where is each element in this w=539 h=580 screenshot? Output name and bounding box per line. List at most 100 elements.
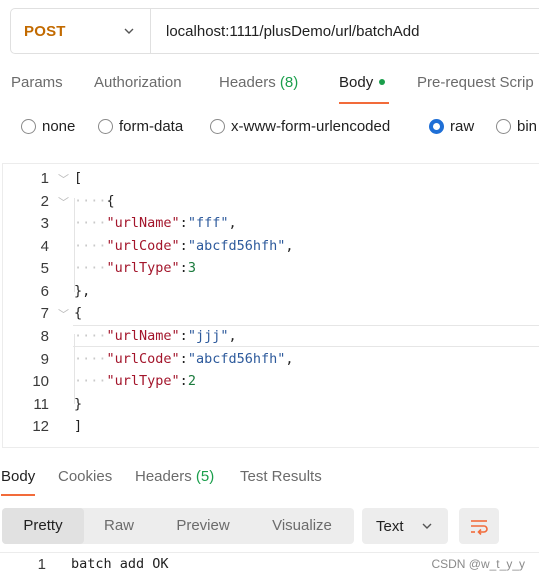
tab-headers-count: (8) — [279, 74, 299, 91]
line-number: 9 — [40, 351, 49, 368]
open-brace: { — [106, 193, 115, 209]
close-brace-comma: }, — [74, 283, 91, 299]
code-text: ] — [74, 418, 82, 434]
fold-arrow-icon[interactable]: ﹀ — [58, 306, 69, 322]
body-indicator-dot — [379, 79, 386, 85]
code-text: [ — [74, 170, 82, 186]
fold-arrow-icon[interactable]: ﹀ — [58, 194, 69, 210]
view-pretty-button[interactable]: Pretty — [2, 508, 84, 544]
fold-arrow-icon[interactable]: ﹀ — [58, 171, 69, 187]
radio-binary[interactable]: bin — [496, 118, 537, 135]
line-number: 1 — [37, 556, 46, 573]
code-text: }, — [74, 283, 90, 299]
line-number: 11 — [33, 396, 49, 413]
radio-raw-label: raw — [450, 118, 475, 135]
url-input[interactable]: localhost:1111/plusDemo/url/batchAdd — [151, 23, 419, 40]
radio-urlencoded-label: x-www-form-urlencoded — [231, 118, 391, 135]
line-number: 6 — [40, 283, 49, 300]
code-line: 7 ﹀ { — [3, 302, 539, 324]
open-bracket: [ — [74, 170, 83, 186]
tab-headers[interactable]: Headers (8) — [219, 74, 298, 91]
line-number: 3 — [40, 215, 49, 232]
radio-circle — [496, 119, 511, 134]
line-number: 4 — [40, 238, 49, 255]
tab-authorization[interactable]: Authorization — [94, 74, 182, 91]
radio-circle-selected — [429, 119, 444, 134]
view-raw-button[interactable]: Raw — [86, 508, 152, 544]
close-bracket: ] — [74, 418, 83, 434]
line-number: 5 — [40, 260, 49, 277]
response-view-toggle: Pretty Raw Preview Visualize — [2, 508, 354, 544]
code-line: 2 ﹀ ····{ — [3, 190, 539, 212]
tab-prerequest-script[interactable]: Pre-request Scrip — [417, 74, 534, 91]
code-line: 8 ····"urlName":"jjj", — [3, 325, 539, 347]
code-text: { — [74, 305, 82, 321]
line-number: 8 — [40, 328, 49, 345]
response-tab-body[interactable]: Body — [1, 468, 36, 496]
view-visualize-button[interactable]: Visualize — [258, 508, 346, 544]
code-line: 1 ﹀ [ — [3, 167, 539, 189]
wrap-lines-icon — [471, 520, 488, 535]
tab-headers-label: Headers — [219, 74, 276, 91]
response-body-text: batch add OK — [71, 556, 169, 572]
watermark: CSDN @w_t_y_y — [431, 557, 525, 571]
tab-body-label: Body — [339, 74, 374, 91]
value-urlcode-1: abcfd56hfh — [195, 238, 278, 254]
code-line: 12 ] — [3, 415, 539, 437]
request-body-editor[interactable]: 1 ﹀ [ 2 ﹀ ····{ 3 ····"urlName":"fff", 4… — [2, 163, 539, 448]
radio-circle — [210, 119, 225, 134]
line-number: 12 — [32, 418, 49, 435]
code-text: ····"urlCode":"abcfd56hfh", — [74, 238, 294, 254]
code-line: 4 ····"urlCode":"abcfd56hfh", — [3, 235, 539, 257]
line-number: 10 — [32, 373, 49, 390]
response-format-select[interactable]: Text — [362, 508, 448, 544]
radio-raw[interactable]: raw — [429, 118, 474, 135]
response-tabs: Body Cookies Headers (5) Test Results — [0, 466, 539, 500]
value-urlname-1: fff — [195, 215, 221, 231]
wrap-lines-button[interactable] — [459, 508, 499, 544]
code-text: ····"urlType":2 — [74, 373, 196, 389]
method-select[interactable]: POST — [11, 9, 151, 53]
chevron-down-icon — [124, 28, 134, 34]
radio-form-data[interactable]: form-data — [98, 118, 183, 135]
chevron-down-icon — [422, 523, 432, 529]
code-text: ····"urlCode":"abcfd56hfh", — [74, 351, 294, 367]
code-text: ····{ — [74, 193, 115, 209]
radio-circle — [98, 119, 113, 134]
value-urlcode-2: abcfd56hfh — [195, 351, 278, 367]
method-label: POST — [24, 22, 66, 40]
radio-circle — [21, 119, 36, 134]
code-line: 6 }, — [3, 280, 539, 302]
line-number: 1 — [40, 170, 49, 187]
response-tab-test-results[interactable]: Test Results — [240, 468, 322, 485]
body-type-radios: none form-data x-www-form-urlencoded raw… — [0, 118, 539, 142]
value-urlname-2: jjj — [195, 328, 221, 344]
response-tab-headers-label: Headers — [135, 468, 192, 485]
radio-binary-label: bin — [517, 118, 538, 135]
open-brace: { — [74, 305, 83, 321]
response-tab-cookies[interactable]: Cookies — [58, 468, 112, 485]
radio-none[interactable]: none — [21, 118, 75, 135]
radio-form-data-label: form-data — [119, 118, 184, 135]
code-line: 11 } — [3, 393, 539, 415]
code-text: ····"urlName":"fff", — [74, 215, 237, 231]
code-text: ····"urlType":3 — [74, 260, 196, 276]
code-line: 5 ····"urlType":3 — [3, 257, 539, 279]
code-line: 10 ····"urlType":2 — [3, 370, 539, 392]
radio-none-label: none — [42, 118, 76, 135]
value-urltype-2: 2 — [187, 373, 196, 389]
code-text: ····"urlName":"jjj", — [74, 328, 237, 344]
tab-body[interactable]: Body — [339, 74, 390, 104]
response-tab-headers[interactable]: Headers (5) — [135, 468, 214, 485]
radio-urlencoded[interactable]: x-www-form-urlencoded — [210, 118, 390, 135]
line-number: 7 — [40, 305, 49, 322]
view-preview-button[interactable]: Preview — [162, 508, 244, 544]
code-line: 9 ····"urlCode":"abcfd56hfh", — [3, 348, 539, 370]
code-text: } — [74, 396, 82, 412]
value-urltype-1: 3 — [187, 260, 196, 276]
request-tabs: Params Authorization Headers (8) Body Pr… — [0, 70, 539, 106]
url-bar: POST localhost:1111/plusDemo/url/batchAd… — [10, 8, 539, 54]
tab-params[interactable]: Params — [11, 74, 63, 91]
close-brace: } — [74, 396, 83, 412]
response-tab-headers-count: (5) — [195, 468, 215, 485]
